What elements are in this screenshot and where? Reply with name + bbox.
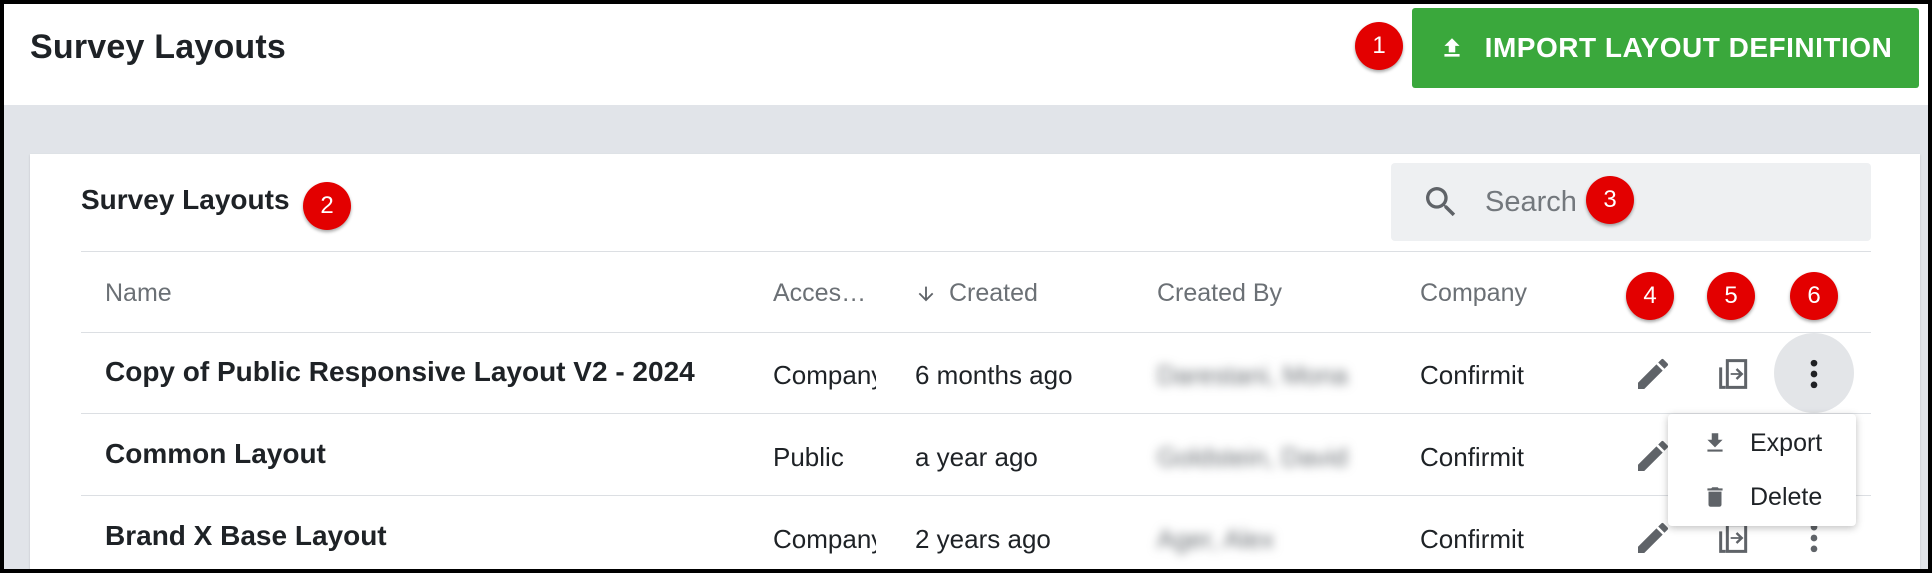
- menu-item-export[interactable]: Export: [1668, 416, 1856, 470]
- row-access: Company: [773, 360, 876, 390]
- menu-item-delete[interactable]: Delete: [1668, 470, 1856, 524]
- duplicate-button[interactable]: [1712, 352, 1756, 396]
- divider: [81, 251, 1871, 252]
- column-header-company[interactable]: Company: [1420, 279, 1527, 308]
- row-name: Brand X Base Layout: [105, 520, 387, 551]
- row-created-by: Ager, Alex: [1157, 524, 1275, 554]
- import-layout-definition-button[interactable]: IMPORT LAYOUT DEFINITION: [1412, 8, 1919, 88]
- callout-marker: 3: [1586, 176, 1634, 224]
- pencil-icon: [1638, 358, 1669, 389]
- row-created: 2 years ago: [915, 524, 1051, 554]
- row-actions-menu: Export Delete: [1668, 414, 1856, 526]
- upload-icon: [1444, 38, 1460, 57]
- row-company: Confirmit: [1420, 360, 1525, 390]
- divider: [81, 495, 1871, 496]
- row-access: Company: [773, 524, 876, 554]
- top-header: Survey Layouts IMPORT LAYOUT DEFINITION: [4, 4, 1928, 105]
- more-actions-button[interactable]: [1792, 352, 1836, 396]
- column-header-created-by[interactable]: Created By: [1157, 279, 1282, 308]
- callout-marker: 1: [1355, 22, 1403, 70]
- row-company: Confirmit: [1420, 442, 1525, 472]
- import-button-label: IMPORT LAYOUT DEFINITION: [1484, 32, 1893, 63]
- menu-item-label: Export: [1750, 428, 1823, 457]
- more-vertical-icon: [1810, 359, 1818, 389]
- edit-button[interactable]: [1631, 352, 1675, 396]
- window-frame: Survey Layouts IMPORT LAYOUT DEFINITION …: [0, 0, 1932, 573]
- search-input[interactable]: [1485, 185, 1785, 219]
- card-title: Survey Layouts: [81, 184, 290, 215]
- row-access: Public: [773, 442, 844, 472]
- row-created-by: Goldstein, David: [1157, 442, 1348, 472]
- callout-marker: 4: [1626, 272, 1674, 320]
- callout-marker: 2: [303, 182, 351, 230]
- pencil-icon: [1638, 522, 1669, 553]
- row-created: 6 months ago: [915, 360, 1073, 390]
- sort-arrow-down-icon: [918, 286, 934, 301]
- column-header-created[interactable]: Created: [915, 279, 1038, 308]
- menu-item-label: Delete: [1750, 482, 1823, 511]
- row-created: a year ago: [915, 442, 1038, 472]
- column-header-name[interactable]: Name: [105, 279, 172, 308]
- callout-marker: 5: [1707, 272, 1755, 320]
- row-company: Confirmit: [1420, 524, 1525, 554]
- divider: [81, 413, 1871, 414]
- divider: [81, 332, 1871, 333]
- download-icon: [1707, 433, 1723, 452]
- copy-layout-icon: [1719, 359, 1748, 389]
- trash-icon: [1707, 487, 1723, 507]
- row-name: Copy of Public Responsive Layout V2 - 20…: [105, 356, 695, 387]
- column-header-access[interactable]: Acces…: [773, 279, 866, 308]
- row-name: Common Layout: [105, 438, 326, 469]
- search-icon: [1426, 187, 1456, 217]
- page-title: Survey Layouts: [30, 28, 287, 66]
- row-created-by: Darestani, Mona: [1157, 360, 1348, 390]
- pencil-icon: [1638, 440, 1669, 471]
- column-header-created-label: Created: [949, 279, 1038, 307]
- callout-marker: 6: [1790, 272, 1838, 320]
